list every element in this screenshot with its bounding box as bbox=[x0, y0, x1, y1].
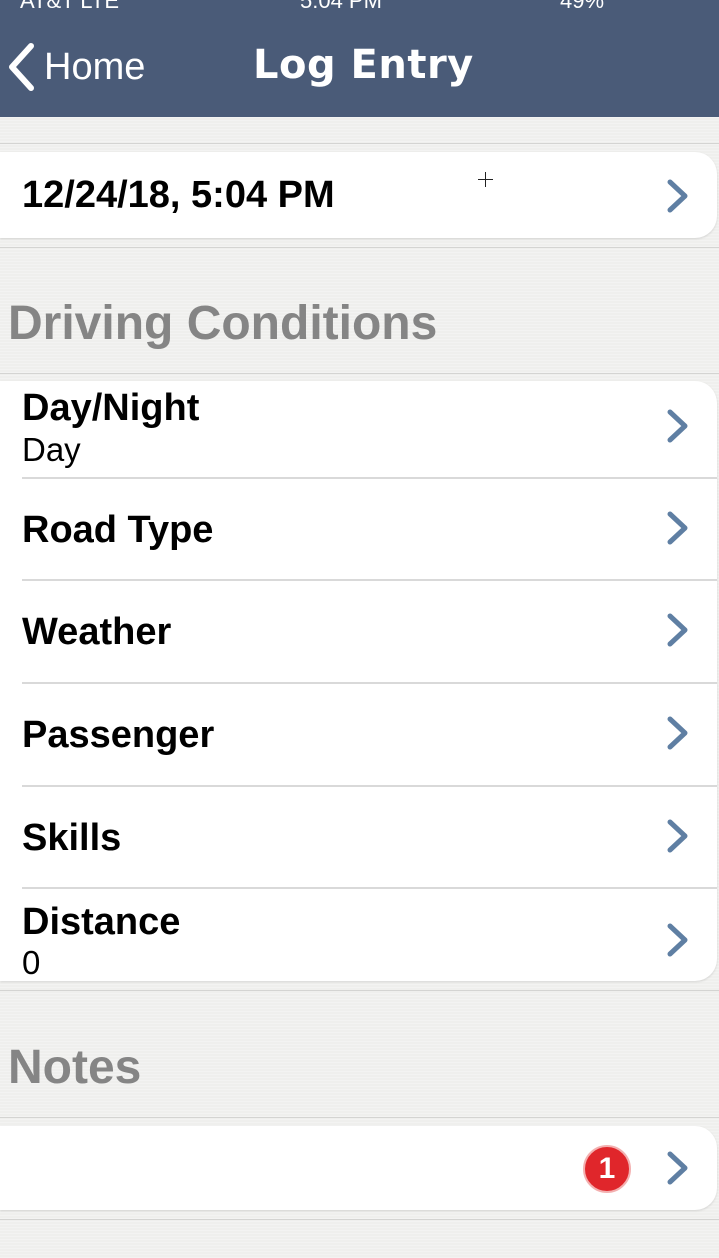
chevron-right-icon bbox=[667, 1151, 688, 1185]
status-battery: 49% bbox=[560, 0, 604, 8]
row-road-type[interactable]: Road Type bbox=[0, 479, 717, 579]
chevron-right-icon bbox=[667, 613, 688, 647]
status-carrier: AT&T LTE bbox=[20, 0, 119, 8]
section-header-driving-conditions: Driving Conditions bbox=[8, 297, 438, 350]
datetime-value: 12/24/18, 5:04 PM bbox=[22, 174, 335, 216]
chevron-right-icon bbox=[667, 179, 688, 213]
section-header-notes: Notes bbox=[8, 1041, 142, 1094]
row-label: Skills bbox=[22, 817, 122, 859]
divider bbox=[0, 990, 719, 991]
status-bar: AT&T LTE 5:04 PM 49% bbox=[0, 0, 719, 8]
row-distance[interactable]: Distance 0 bbox=[0, 889, 717, 981]
row-weather[interactable]: Weather bbox=[0, 581, 717, 682]
row-value: Day bbox=[22, 431, 81, 468]
datetime-row[interactable]: 12/24/18, 5:04 PM bbox=[0, 152, 717, 238]
row-label: Road Type bbox=[22, 509, 214, 551]
chevron-right-icon bbox=[667, 923, 688, 957]
divider bbox=[0, 1219, 719, 1220]
divider bbox=[0, 373, 719, 374]
chevron-right-icon bbox=[667, 716, 688, 750]
divider bbox=[0, 143, 719, 144]
row-passenger[interactable]: Passenger bbox=[0, 684, 717, 785]
chevron-right-icon bbox=[667, 409, 688, 443]
chevron-right-icon bbox=[667, 819, 688, 853]
row-label: Weather bbox=[22, 611, 172, 653]
chevron-right-icon bbox=[667, 511, 688, 545]
back-button-label: Home bbox=[44, 45, 146, 88]
row-value: 0 bbox=[22, 944, 41, 981]
row-day-night[interactable]: Day/Night Day bbox=[0, 381, 717, 477]
chevron-left-icon bbox=[4, 40, 38, 94]
row-label: Distance bbox=[22, 901, 181, 943]
status-time: 5:04 PM bbox=[300, 0, 382, 8]
navigation-bar: AT&T LTE 5:04 PM 49% Home Log Entry bbox=[0, 0, 719, 117]
row-label: Passenger bbox=[22, 714, 215, 756]
divider bbox=[0, 247, 719, 248]
page-title: Log Entry bbox=[253, 42, 474, 88]
crosshair-cursor-icon bbox=[478, 172, 493, 187]
row-label: Day/Night bbox=[22, 387, 200, 429]
back-button[interactable]: Home bbox=[4, 40, 145, 94]
log-entry-screen: AT&T LTE 5:04 PM 49% Home Log Entry 12/2… bbox=[0, 0, 719, 1258]
divider bbox=[0, 1117, 719, 1118]
datetime-card: 12/24/18, 5:04 PM bbox=[0, 152, 717, 238]
driving-conditions-card: Day/Night Day Road Type Weather Passenge… bbox=[0, 381, 717, 981]
notes-count-badge: 1 bbox=[583, 1145, 631, 1193]
row-skills[interactable]: Skills bbox=[0, 787, 717, 887]
